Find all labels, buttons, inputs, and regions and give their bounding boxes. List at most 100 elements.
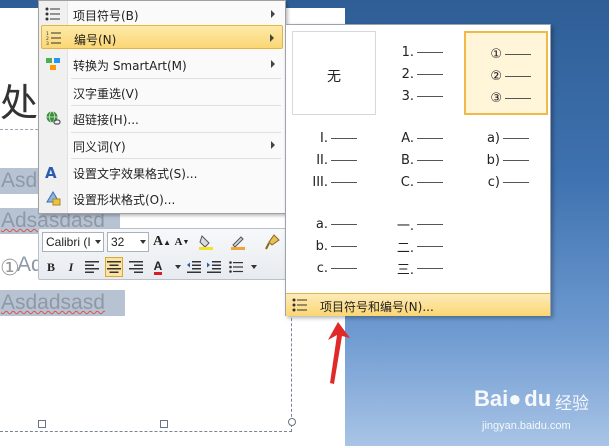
italic-label: I	[68, 259, 74, 274]
bullets-icon	[292, 298, 308, 315]
font-color-label: A	[153, 258, 163, 275]
bullets-icon	[229, 261, 243, 273]
number-marker: 一.	[396, 218, 414, 234]
number-marker: 2.	[401, 66, 414, 82]
submenu-arrow-icon	[271, 60, 275, 68]
text-line-placeholder	[505, 75, 531, 77]
menu-item-synonyms[interactable]: 同义词(Y)	[41, 133, 283, 157]
menu-item-numbering[interactable]: 123 编号(N)	[41, 25, 283, 49]
caret-down-icon: ▼	[182, 238, 190, 246]
menu-item-text-effects[interactable]: A 设置文字效果格式(S)...	[41, 160, 283, 184]
numbering-style-row: 1.	[392, 43, 443, 61]
numbering-style-row: c)	[478, 173, 529, 191]
number-marker: 1.	[401, 44, 414, 60]
numbering-style-row: 二.	[392, 237, 443, 256]
text-line-placeholder	[417, 95, 443, 97]
numbering-style-tile[interactable]: a. b. c.	[292, 203, 376, 287]
font-color-button[interactable]: A	[149, 257, 167, 277]
menu-item-reconvert[interactable]: 汉字重选(V)	[41, 80, 283, 104]
footer-label: 项目符号和编号(N)...	[320, 300, 434, 314]
decrease-indent-button[interactable]	[185, 257, 203, 277]
numbering-style-row: ②	[480, 67, 531, 85]
numbering-style-row: b)	[478, 151, 529, 169]
text-line-placeholder	[417, 181, 443, 183]
increase-indent-icon	[207, 261, 221, 273]
numbering-style-row: 3.	[392, 87, 443, 105]
text-line-placeholder	[331, 267, 357, 269]
chevron-down-icon[interactable]	[175, 265, 181, 269]
numbering-style-row: 一.	[392, 215, 443, 234]
bullets-and-numbering-button[interactable]: 项目符号和编号(N)...	[286, 293, 550, 316]
hyperlink-icon	[45, 110, 61, 126]
menu-separator	[71, 78, 281, 79]
text-line-placeholder	[503, 137, 529, 139]
font-name-box[interactable]: Calibri (I	[42, 232, 104, 252]
resize-handle[interactable]	[160, 420, 168, 428]
menu-item-bullets[interactable]: 项目符号(B)	[41, 2, 283, 26]
align-left-button[interactable]	[83, 257, 101, 277]
text-line-placeholder	[331, 223, 357, 225]
numbering-style-row: C.	[392, 173, 443, 191]
numbering-gallery: 无 1. 2. 3. ① ② ③ I. II. III. A. B. C. a) b) c) a. b. c. 一.…	[285, 24, 551, 316]
bullets-toolbar-button[interactable]	[227, 257, 245, 277]
number-marker: ②	[490, 68, 502, 84]
text-line-placeholder	[417, 245, 443, 247]
numbering-style-row: B.	[392, 151, 443, 169]
annotation-arrow-icon	[328, 322, 350, 384]
numbering-style-tile[interactable]: I. II. III.	[292, 117, 376, 201]
menu-item-label: 设置形状格式(O)...	[73, 193, 176, 207]
grow-font-button[interactable]: A ▲	[153, 232, 171, 252]
grow-font-label: A	[152, 234, 164, 249]
body-line: Ad	[17, 253, 43, 276]
align-left-icon	[85, 261, 99, 273]
menu-item-label: 同义词(Y)	[73, 140, 126, 154]
numbering-none-tile[interactable]: 无	[292, 31, 376, 115]
highlight-button[interactable]	[197, 232, 215, 252]
numbering-style-tile[interactable]: A. B. C.	[378, 117, 462, 201]
number-marker: II.	[316, 152, 328, 168]
submenu-arrow-icon	[271, 10, 275, 18]
menu-item-label: 超链接(H)...	[73, 113, 139, 127]
text-line-placeholder	[417, 159, 443, 161]
numbering-style-row: 2.	[392, 65, 443, 83]
shape-format-icon	[45, 190, 61, 206]
format-painter-button[interactable]	[263, 232, 281, 252]
text-line-placeholder	[505, 97, 531, 99]
increase-indent-button[interactable]	[205, 257, 223, 277]
numbering-style-row: II.	[306, 151, 357, 169]
menu-item-smartart[interactable]: 转换为 SmartArt(M)	[41, 52, 283, 76]
number-marker: A.	[401, 130, 414, 146]
numbering-style-tile[interactable]: a) b) c)	[464, 117, 548, 201]
font-size-box[interactable]: 32	[107, 232, 149, 252]
number-marker: 三.	[396, 262, 414, 278]
number-marker: 二.	[396, 240, 414, 256]
menu-item-shape-format[interactable]: 设置形状格式(O)...	[41, 186, 283, 210]
bold-button[interactable]: B	[42, 257, 60, 277]
smartart-icon	[45, 56, 61, 72]
font-size-value: 32	[111, 235, 125, 249]
body-line: Asdadsasd	[0, 290, 125, 316]
align-right-icon	[129, 261, 143, 273]
numbering-style-tile[interactable]: 1. 2. 3.	[378, 31, 462, 115]
numbering-style-tile[interactable]: ① ② ③	[464, 31, 548, 115]
align-center-button[interactable]	[105, 257, 123, 277]
numbering-style-row: b.	[306, 237, 357, 255]
text-line-placeholder	[505, 53, 531, 55]
number-marker: b)	[486, 152, 500, 168]
resize-handle-corner[interactable]	[288, 418, 296, 426]
submenu-arrow-icon	[271, 141, 275, 149]
align-center-icon	[107, 261, 121, 273]
outline-color-button[interactable]	[229, 232, 247, 252]
chevron-down-icon[interactable]	[251, 265, 257, 269]
pen-icon	[231, 236, 245, 250]
numbering-style-tile[interactable]: 一. 二. 三.	[378, 203, 462, 287]
menu-item-label: 设置文字效果格式(S)...	[73, 167, 198, 181]
menu-item-hyperlink[interactable]: 超链接(H)...	[41, 106, 283, 130]
align-right-button[interactable]	[127, 257, 145, 277]
resize-handle[interactable]	[38, 420, 46, 428]
italic-button[interactable]: I	[62, 257, 80, 277]
body-line: Asd	[0, 168, 40, 194]
none-label: 无	[327, 69, 341, 85]
shrink-font-button[interactable]: A ▼	[173, 232, 191, 252]
bullets-icon	[45, 6, 61, 22]
